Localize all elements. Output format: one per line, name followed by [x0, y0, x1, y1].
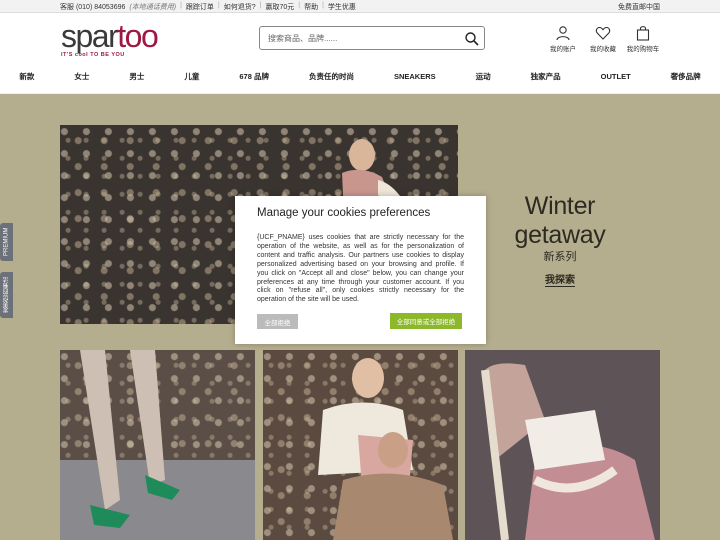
header: spartoo IT'S cool TO BE YOU 我的账户 我的收藏 我的… — [0, 13, 720, 67]
nav-item-kids[interactable]: 儿童 — [164, 67, 219, 93]
search-box — [259, 26, 485, 50]
couple-illustration — [318, 358, 453, 540]
heart-icon — [595, 26, 611, 40]
nav-item-women[interactable]: 女士 — [54, 67, 109, 93]
my-account-button[interactable]: 我的账户 — [546, 25, 580, 53]
customer-service-phone[interactable]: 客服 (010) 84053696 — [60, 2, 125, 12]
feedback-side-tab[interactable]: 发表您的看法 — [0, 272, 13, 318]
hero-subtitle: 新系列 — [543, 251, 577, 263]
nav-item-men[interactable]: 男士 — [109, 67, 164, 93]
header-actions: 我的账户 我的收藏 我的购物车 — [546, 25, 660, 53]
logo-word-spar: spar — [61, 18, 119, 54]
my-favorites-label: 我的收藏 — [590, 46, 616, 53]
student-discount-link[interactable]: 学生优惠 — [328, 2, 356, 12]
coupon-link[interactable]: 赢取70元 — [265, 2, 294, 12]
product-image-couple[interactable] — [263, 350, 458, 540]
my-cart-button[interactable]: 我的购物车 — [626, 25, 660, 53]
handbag-chair-illustration — [465, 350, 660, 540]
cookie-modal-title: Manage your cookies preferences — [257, 207, 431, 219]
search-icon[interactable] — [464, 31, 480, 47]
cookie-consent-modal: Manage your cookies preferences {UCF_PNA… — [235, 196, 486, 344]
product-image-green-heels[interactable] — [60, 350, 255, 540]
cookie-modal-body: {UCF_PNAME} uses cookies that are strict… — [257, 234, 464, 304]
hero-text-block: Winter getaway 新系列 我探索 — [480, 192, 640, 288]
logo-tagline: IT'S cool TO BE YOU — [61, 52, 125, 58]
divider: | — [180, 2, 182, 9]
divider: | — [298, 2, 301, 9]
refuse-all-button[interactable]: 全部拒绝 — [257, 314, 298, 329]
hero-explore-link[interactable]: 我探索 — [545, 271, 575, 287]
product-image-white-bag[interactable] — [465, 350, 660, 540]
spartoo-logo[interactable]: spartoo IT'S cool TO BE YOU — [61, 18, 176, 65]
free-shipping-notice: 免费直邮中国 — [618, 4, 660, 11]
hero-title: Winter getaway — [514, 192, 606, 249]
main-navigation: 新款 女士 男士 儿童 678 品牌 负责任的时尚 SNEAKERS 运动 独家… — [0, 67, 720, 94]
search-input[interactable] — [268, 31, 458, 46]
my-favorites-button[interactable]: 我的收藏 — [586, 25, 620, 53]
premium-side-tab[interactable]: PREMIUM — [0, 223, 13, 261]
divider: | — [259, 2, 262, 9]
how-to-return-link[interactable]: 如何退货? — [224, 2, 256, 12]
nav-item-exclusive[interactable]: 独家产品 — [511, 67, 581, 93]
nav-item-brands[interactable]: 678 品牌 — [219, 67, 289, 93]
divider: | — [217, 2, 220, 9]
nav-item-sneakers[interactable]: SNEAKERS — [374, 67, 456, 93]
logo-word-too: too — [117, 18, 158, 54]
divider: | — [322, 2, 324, 9]
nav-item-responsible-fashion[interactable]: 负责任的时尚 — [289, 67, 374, 93]
nav-item-new[interactable]: 新款 — [0, 67, 54, 93]
top-utility-bar: 客服 (010) 84053696 (本地通话费用) | 跟踪订单 | 如何退货… — [0, 0, 720, 13]
my-cart-label: 我的购物车 — [626, 46, 660, 53]
legs-heels-illustration — [60, 350, 255, 540]
nav-item-luxury[interactable]: 奢侈品牌 — [651, 67, 720, 93]
track-order-link[interactable]: 跟踪订单 — [186, 2, 214, 12]
call-cost-note: (本地通话费用) — [129, 4, 177, 11]
shopping-bag-icon — [636, 26, 650, 41]
user-icon — [556, 26, 570, 41]
accept-all-button[interactable]: 全部同意或全部拒绝 — [390, 313, 462, 329]
help-link[interactable]: 帮助 — [304, 2, 318, 12]
nav-item-sport[interactable]: 运动 — [456, 67, 511, 93]
my-account-label: 我的账户 — [550, 46, 576, 53]
nav-item-outlet[interactable]: OUTLET — [581, 67, 651, 93]
